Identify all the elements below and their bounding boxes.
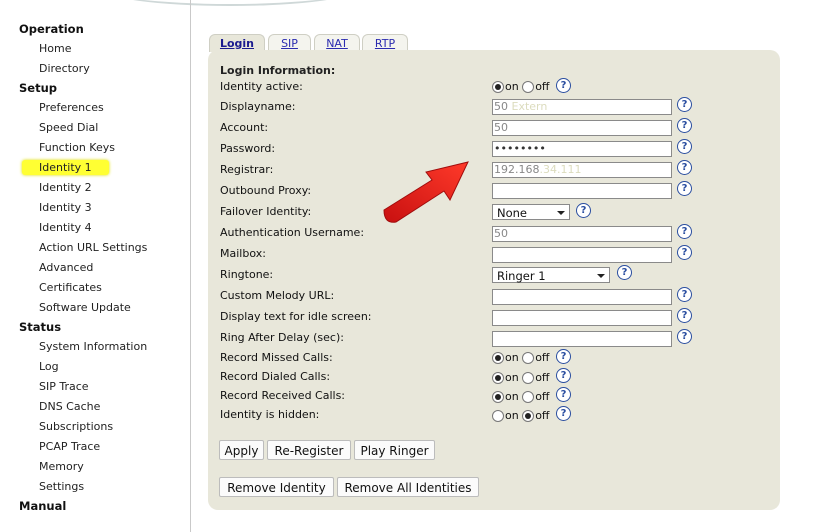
- red-arrow-icon: [383, 161, 469, 223]
- record-dialed-on-radio[interactable]: [492, 372, 504, 384]
- help-icon-auth-username[interactable]: ?: [677, 224, 692, 239]
- help-icon-record-dialed[interactable]: ?: [556, 368, 571, 383]
- sidebar-item-subscriptions[interactable]: Subscriptions: [39, 420, 113, 433]
- sidebar-item-memory[interactable]: Memory: [39, 460, 84, 473]
- identity-active-on-radio[interactable]: [492, 81, 504, 93]
- help-icon-account[interactable]: ?: [677, 118, 692, 133]
- sidebar-item-home[interactable]: Home: [39, 42, 71, 55]
- sidebar-item-system-information[interactable]: System Information: [39, 340, 147, 353]
- account-input[interactable]: 50: [492, 120, 672, 136]
- sidebar-item-log[interactable]: Log: [39, 360, 59, 373]
- help-icon-failover-identity[interactable]: ?: [576, 203, 591, 218]
- sidebar-item-software-update[interactable]: Software Update: [39, 301, 131, 314]
- label-displayname: Displayname:: [220, 100, 296, 113]
- label-failover-identity: Failover Identity:: [220, 205, 312, 218]
- sidebar-item-identity-4[interactable]: Identity 4: [39, 221, 92, 234]
- sidebar-item-pcap-trace[interactable]: PCAP Trace: [39, 440, 100, 453]
- sidebar-section-setup: Setup: [19, 81, 57, 95]
- label-record-missed: Record Missed Calls:: [220, 351, 333, 364]
- label-auth-username: Authentication Username:: [220, 226, 365, 239]
- record-received-off-radio[interactable]: [522, 391, 535, 403]
- password-input[interactable]: ••••••••: [492, 141, 672, 157]
- sidebar-item-dns-cache[interactable]: DNS Cache: [39, 400, 100, 413]
- help-icon-displayname[interactable]: ?: [677, 97, 692, 112]
- label-mailbox: Mailbox:: [220, 247, 266, 260]
- label-ringtone: Ringtone:: [220, 268, 274, 281]
- record-missed-on-radio[interactable]: [492, 352, 504, 364]
- record-received-radio-group: on off: [492, 390, 550, 403]
- mailbox-input[interactable]: [492, 247, 672, 263]
- apply-button[interactable]: Apply: [219, 440, 264, 460]
- help-icon-ring-after-delay[interactable]: ?: [677, 329, 692, 344]
- registrar-input[interactable]: 192.168.34.111: [492, 162, 672, 178]
- sidebar-item-directory[interactable]: Directory: [39, 62, 90, 75]
- ringtone-select[interactable]: Ringer 1: [492, 267, 610, 283]
- identity-active-off-radio[interactable]: [522, 81, 535, 93]
- chevron-down-icon: [557, 211, 565, 215]
- failover-identity-select[interactable]: None: [492, 204, 570, 220]
- help-icon-custom-melody-url[interactable]: ?: [677, 287, 692, 302]
- auth-username-input[interactable]: 50: [492, 226, 672, 242]
- play-ringer-button[interactable]: Play Ringer: [354, 440, 435, 460]
- help-icon-record-missed[interactable]: ?: [556, 349, 571, 364]
- sidebar-item-identity-2[interactable]: Identity 2: [39, 181, 92, 194]
- identity-hidden-off-radio[interactable]: [522, 410, 535, 422]
- help-icon-identity-hidden[interactable]: ?: [556, 406, 571, 421]
- sidebar-item-certificates[interactable]: Certificates: [39, 281, 102, 294]
- help-icon-registrar[interactable]: ?: [677, 160, 692, 175]
- label-account: Account:: [220, 121, 269, 134]
- identity-hidden-on-radio[interactable]: [492, 410, 504, 422]
- re-register-button[interactable]: Re-Register: [267, 440, 351, 460]
- sidebar-section-status: Status: [19, 320, 62, 334]
- record-missed-radio-group: on off: [492, 351, 550, 364]
- record-received-on-radio[interactable]: [492, 391, 504, 403]
- sidebar-item-function-keys[interactable]: Function Keys: [39, 141, 115, 154]
- label-record-received: Record Received Calls:: [220, 389, 346, 402]
- help-icon-outbound-proxy[interactable]: ?: [677, 181, 692, 196]
- label-outbound-proxy: Outbound Proxy:: [220, 184, 312, 197]
- sidebar-item-preferences[interactable]: Preferences: [39, 101, 104, 114]
- chevron-down-icon: [597, 274, 605, 278]
- label-display-text-idle: Display text for idle screen:: [220, 310, 372, 323]
- custom-melody-url-input[interactable]: [492, 289, 672, 305]
- identity-active-radio-group: on off: [492, 80, 550, 93]
- record-dialed-off-radio[interactable]: [522, 372, 535, 384]
- label-custom-melody-url: Custom Melody URL:: [220, 289, 335, 302]
- sidebar-item-identity-1[interactable]: Identity 1: [22, 160, 109, 175]
- remove-all-identities-button[interactable]: Remove All Identities: [337, 477, 479, 497]
- label-registrar: Registrar:: [220, 163, 274, 176]
- label-password: Password:: [220, 142, 276, 155]
- display-text-idle-input[interactable]: [492, 310, 672, 326]
- record-dialed-radio-group: on off: [492, 371, 550, 384]
- sidebar-item-speed-dial[interactable]: Speed Dial: [39, 121, 98, 134]
- help-icon-ringtone[interactable]: ?: [617, 265, 632, 280]
- label-identity-hidden: Identity is hidden:: [220, 408, 320, 421]
- label-record-dialed: Record Dialed Calls:: [220, 370, 331, 383]
- help-icon-identity-active[interactable]: ?: [556, 78, 571, 93]
- sidebar-item-sip-trace[interactable]: SIP Trace: [39, 380, 89, 393]
- remove-identity-button[interactable]: Remove Identity: [219, 477, 334, 497]
- help-icon-record-received[interactable]: ?: [556, 387, 571, 402]
- identity-hidden-radio-group: on off: [492, 409, 550, 422]
- label-ring-after-delay: Ring After Delay (sec):: [220, 331, 344, 344]
- sidebar-section-manual[interactable]: Manual: [19, 499, 66, 513]
- ring-after-delay-input[interactable]: [492, 331, 672, 347]
- sidebar-item-identity-3[interactable]: Identity 3: [39, 201, 92, 214]
- sidebar-section-operation: Operation: [19, 22, 84, 36]
- login-information-heading: Login Information:: [220, 64, 336, 77]
- label-identity-active: Identity active:: [220, 80, 303, 93]
- help-icon-display-text-idle[interactable]: ?: [677, 308, 692, 323]
- sidebar-item-action-url-settings[interactable]: Action URL Settings: [39, 241, 147, 254]
- sidebar-item-advanced[interactable]: Advanced: [39, 261, 93, 274]
- sidebar-item-settings[interactable]: Settings: [39, 480, 84, 493]
- sidebar-nav: Operation Home Directory Setup Preferenc…: [0, 0, 191, 532]
- help-icon-mailbox[interactable]: ?: [677, 245, 692, 260]
- displayname-input[interactable]: 50 Extern: [492, 99, 672, 115]
- outbound-proxy-input[interactable]: [492, 183, 672, 199]
- help-icon-password[interactable]: ?: [677, 139, 692, 154]
- record-missed-off-radio[interactable]: [522, 352, 535, 364]
